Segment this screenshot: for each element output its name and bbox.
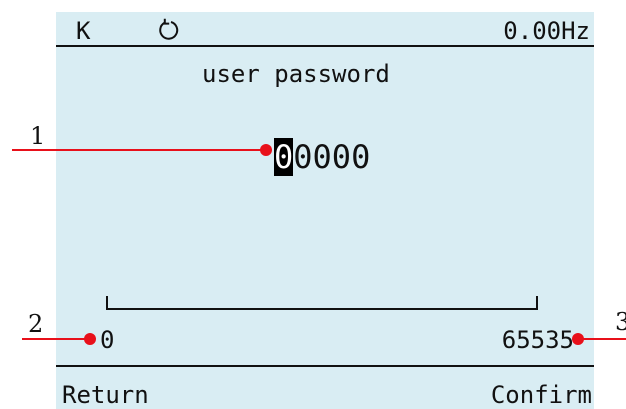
callout-number-3-clip: 3 [612, 300, 626, 336]
callout-number-1: 1 [30, 122, 46, 150]
frequency-readout: 0.00Hz [503, 17, 590, 45]
confirm-button[interactable]: Confirm [491, 381, 592, 409]
return-button[interactable]: Return [62, 381, 149, 409]
password-cursor-digit[interactable]: 0 [274, 138, 294, 176]
callout-dot-1 [260, 144, 272, 156]
callout-dot-2 [84, 333, 96, 345]
softkey-divider [56, 365, 594, 367]
refresh-icon [159, 18, 179, 40]
callout-number-3: 3 [615, 308, 626, 336]
range-min-value: 0 [100, 326, 115, 354]
password-digits: 0000 [293, 138, 371, 176]
status-bar-divider [56, 45, 594, 47]
callout-line-2 [22, 338, 90, 340]
password-input[interactable]: 00000 [274, 138, 371, 176]
callout-dot-3 [572, 333, 584, 345]
callout-line-1 [12, 149, 268, 151]
mode-indicator: K [76, 17, 91, 45]
callout-number-2: 2 [28, 310, 44, 338]
dialog-title: user password [202, 60, 390, 88]
range-max-value: 65535 [501, 326, 574, 354]
range-bracket [106, 296, 538, 310]
lcd-screen: K 0.00Hz user password 00000 0 65535 Ret… [56, 12, 594, 409]
